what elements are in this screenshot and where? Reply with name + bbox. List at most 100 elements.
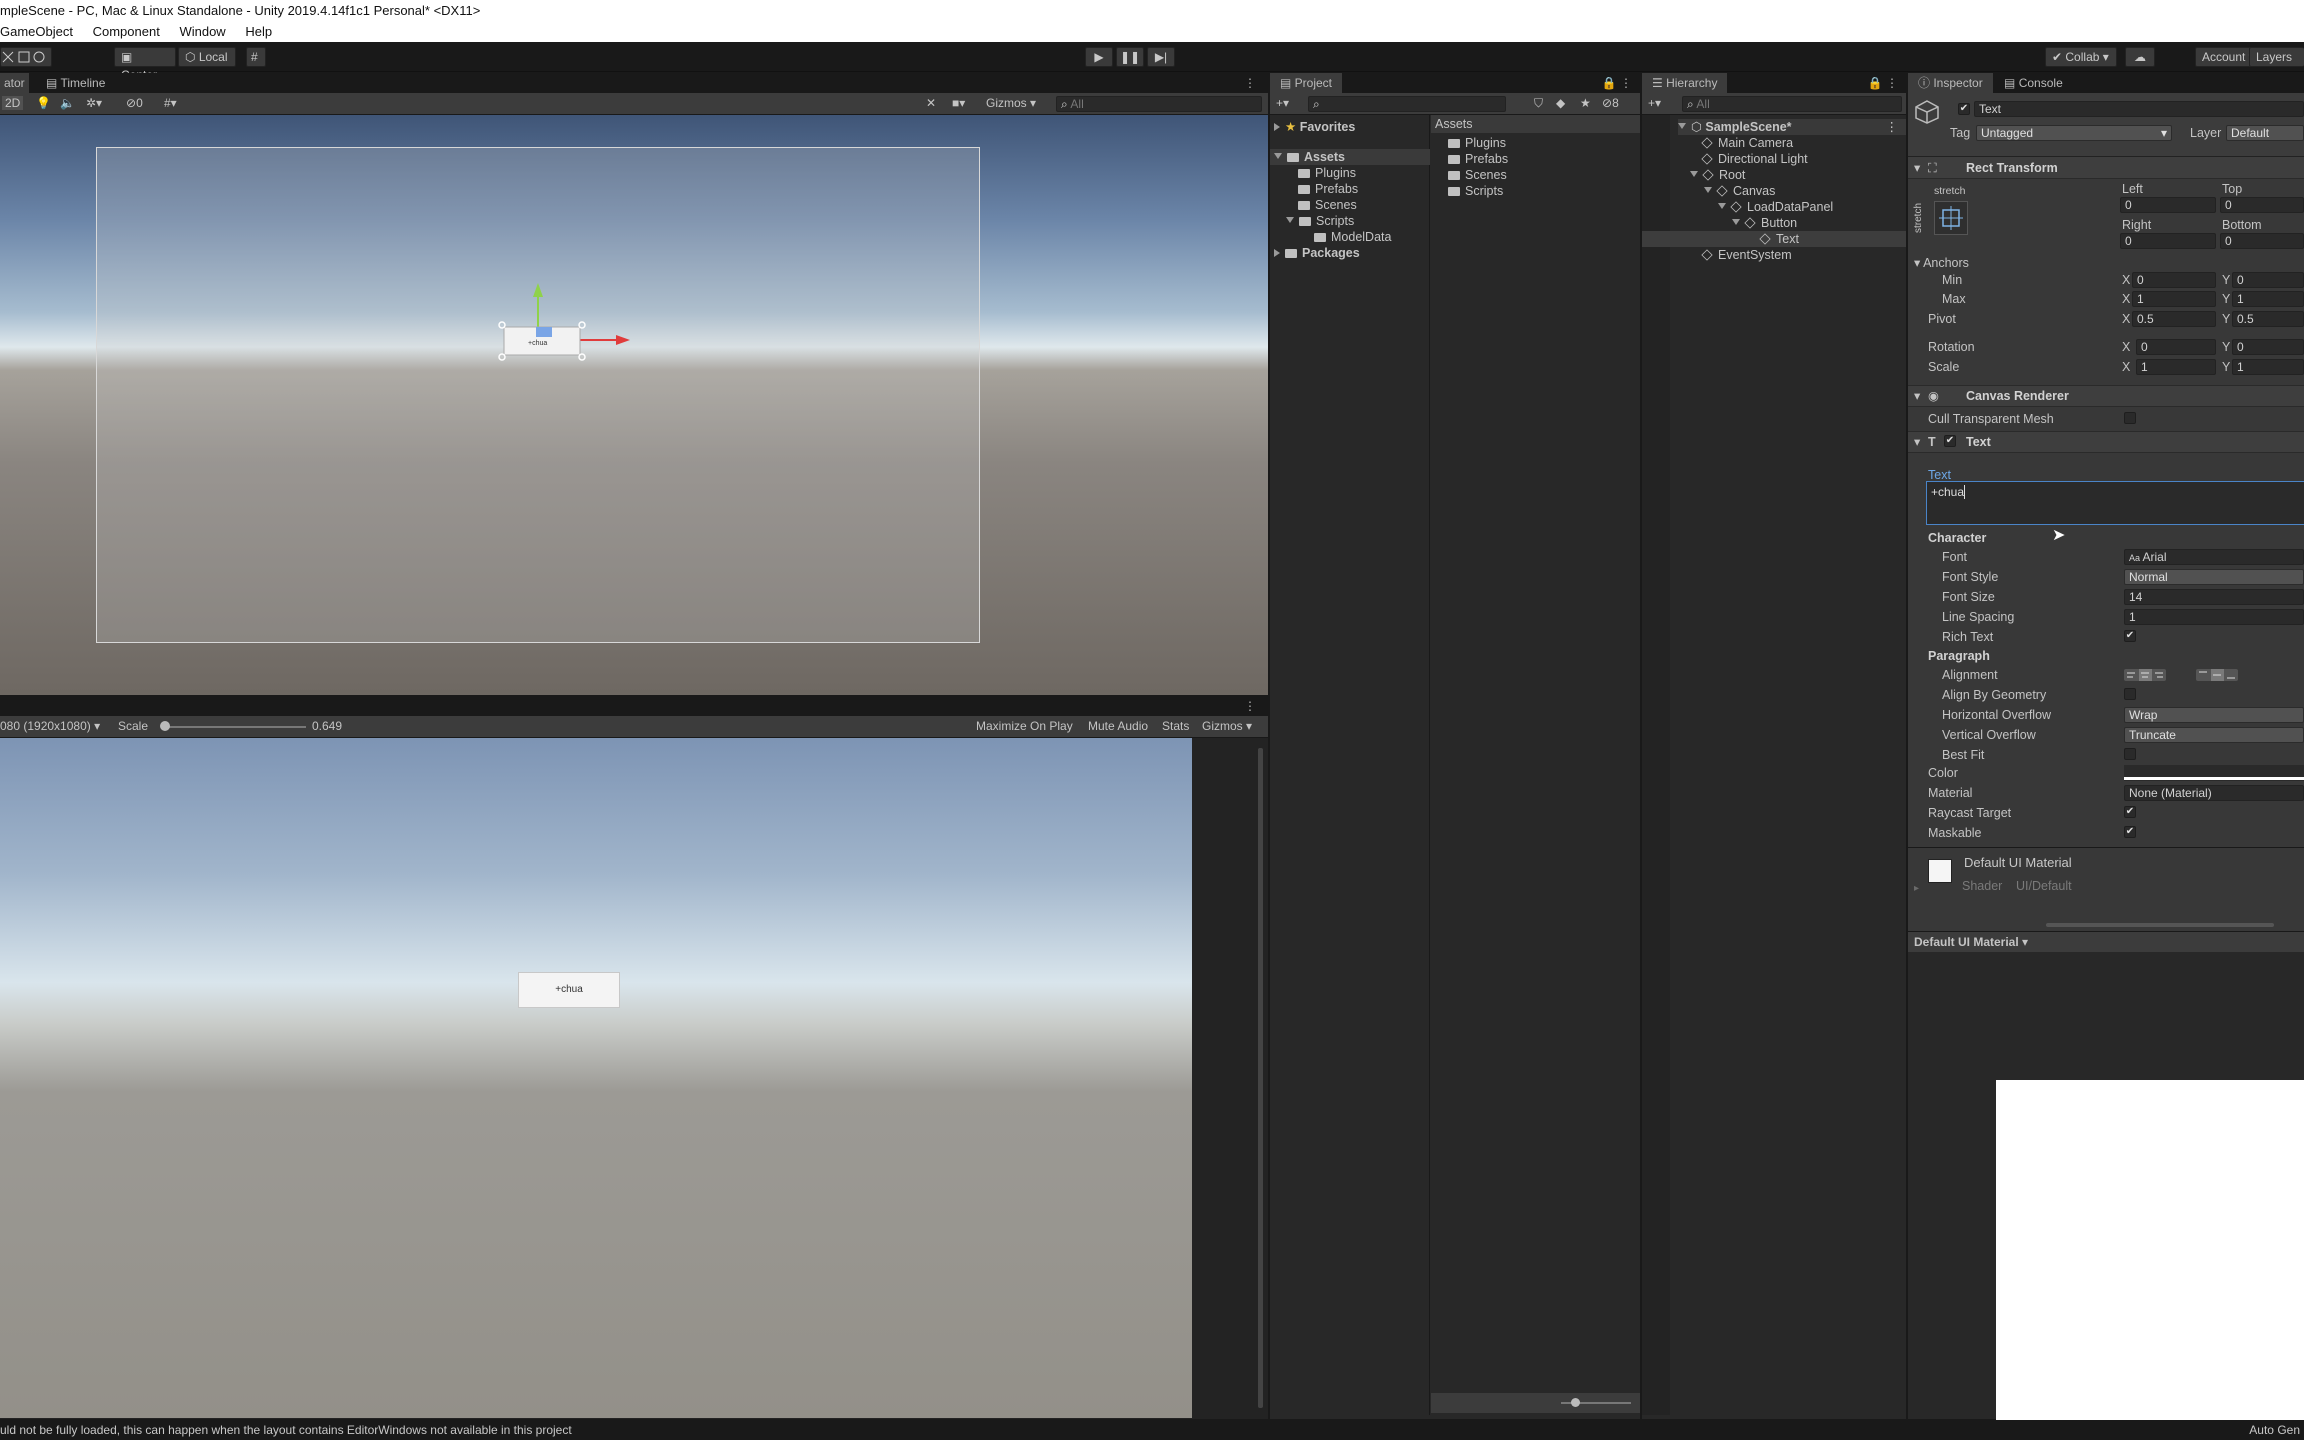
object-name-field[interactable]: Text: [1974, 101, 2304, 117]
game-viewport[interactable]: +chua: [0, 738, 1192, 1418]
inspector-horizontal-scrollbar[interactable]: [2046, 923, 2274, 927]
font-style-dropdown[interactable]: Normal: [2124, 569, 2304, 585]
hierarchy-item-root[interactable]: Root: [1690, 167, 1745, 183]
project-search-input[interactable]: ⌕: [1308, 96, 1506, 112]
hierarchy-item-light[interactable]: Directional Light: [1701, 151, 1808, 167]
gizmos-dropdown[interactable]: Gizmos ▾: [986, 96, 1036, 110]
tab-hierarchy[interactable]: ☰ Hierarchy: [1642, 73, 1728, 93]
pause-button[interactable]: ❚❚: [1116, 47, 1144, 67]
project-lock-icon[interactable]: 🔒 ⋮: [1602, 73, 1632, 93]
cloud-button[interactable]: ☁: [2125, 47, 2155, 67]
foldout-icon[interactable]: ▾: [1914, 388, 1920, 404]
hierarchy-search-input[interactable]: ⌕ All: [1682, 96, 1902, 112]
collab-dropdown[interactable]: ✔ Collab ▾: [2045, 47, 2117, 67]
layer-dropdown[interactable]: Default: [2226, 125, 2304, 141]
grid-snap-button[interactable]: #: [246, 47, 266, 67]
align-geometry-checkbox[interactable]: [2124, 688, 2136, 700]
scene-search-input[interactable]: ⌕ All: [1056, 96, 1262, 112]
font-size-field[interactable]: 14: [2124, 589, 2304, 605]
anchor-preset-button[interactable]: [1934, 201, 1968, 235]
tree-assets[interactable]: Assets: [1270, 149, 1430, 165]
vertical-overflow-dropdown[interactable]: Truncate: [2124, 727, 2304, 743]
pivot-local-button[interactable]: ⬡ Local: [178, 47, 236, 67]
game-gizmos-dropdown[interactable]: Gizmos ▾: [1202, 719, 1252, 733]
scene-viewport[interactable]: +chua: [0, 115, 1268, 695]
layers-dropdown[interactable]: Layers: [2249, 47, 2304, 67]
text-enabled-checkbox[interactable]: ✔: [1944, 435, 1956, 447]
hierarchy-item-canvas[interactable]: Canvas: [1704, 183, 1775, 199]
right-field[interactable]: 0: [2120, 233, 2216, 249]
menu-window[interactable]: Window: [179, 24, 225, 39]
left-field[interactable]: 0: [2120, 197, 2216, 213]
anchors-foldout[interactable]: ▾ Anchors: [1914, 255, 1969, 271]
scene-menu-icon[interactable]: ⋮: [1886, 119, 1899, 135]
color-field[interactable]: [2124, 765, 2304, 781]
tree-scripts[interactable]: Scripts: [1286, 213, 1354, 229]
transform-tools[interactable]: [0, 47, 52, 67]
lighting-icon[interactable]: 💡: [36, 96, 51, 110]
asset-item[interactable]: Plugins: [1448, 135, 1506, 151]
camera-icon[interactable]: ■▾: [952, 96, 965, 110]
tree-prefabs[interactable]: Prefabs: [1298, 181, 1358, 197]
scale-slider-thumb[interactable]: [160, 721, 170, 731]
hierarchy-item-camera[interactable]: Main Camera: [1701, 135, 1793, 151]
mode-2d-toggle[interactable]: 2D: [2, 96, 24, 110]
preview-title-dropdown[interactable]: Default UI Material ▾: [1914, 934, 2028, 950]
scale-x-field[interactable]: 1: [2136, 359, 2216, 375]
resolution-dropdown[interactable]: 080 (1920x1080) ▾: [0, 719, 100, 733]
text-content-input[interactable]: +chua: [1926, 481, 2304, 525]
pivot-x-field[interactable]: 0.5: [2132, 311, 2216, 327]
vertical-alignment-buttons[interactable]: [2196, 669, 2238, 681]
top-field[interactable]: 0: [2220, 197, 2304, 213]
hierarchy-lock-icon[interactable]: 🔒 ⋮: [1868, 73, 1898, 93]
maskable-checkbox[interactable]: ✔: [2124, 826, 2136, 838]
tab-animator[interactable]: ator: [0, 73, 29, 93]
asset-item[interactable]: Prefabs: [1448, 151, 1508, 167]
hidden-objects-icon[interactable]: ⊘0: [126, 96, 143, 110]
menu-help[interactable]: Help: [245, 24, 272, 39]
asset-item[interactable]: Scenes: [1448, 167, 1507, 183]
tree-scenes[interactable]: Scenes: [1298, 197, 1357, 213]
grid-visibility-icon[interactable]: #▾: [164, 96, 177, 110]
min-x-field[interactable]: 0: [2132, 272, 2216, 288]
play-button[interactable]: ▶: [1085, 47, 1113, 67]
tag-dropdown[interactable]: Untagged ▾: [1976, 125, 2172, 141]
menu-gameobject[interactable]: GameObject: [0, 24, 73, 39]
effects-icon[interactable]: ✲▾: [86, 96, 102, 110]
pivot-center-button[interactable]: ▣ Center: [114, 47, 176, 82]
foldout-icon[interactable]: ▾: [1914, 160, 1920, 176]
rich-text-checkbox[interactable]: ✔: [2124, 630, 2136, 642]
material-field[interactable]: None (Material): [2124, 785, 2304, 801]
active-checkbox[interactable]: ✔: [1958, 103, 1970, 115]
scale-slider[interactable]: [162, 726, 306, 728]
max-y-field[interactable]: 1: [2232, 291, 2304, 307]
pivot-y-field[interactable]: 0.5: [2232, 311, 2304, 327]
hierarchy-item-panel[interactable]: LoadDataPanel: [1718, 199, 1833, 215]
move-gizmo[interactable]: +chua: [480, 275, 650, 405]
tab-timeline[interactable]: ▤ Timeline: [46, 76, 105, 90]
best-fit-checkbox[interactable]: [2124, 748, 2136, 760]
tree-modeldata[interactable]: ModelData: [1314, 229, 1391, 245]
tree-plugins[interactable]: Plugins: [1298, 165, 1356, 181]
tools-icon[interactable]: ✕: [926, 96, 936, 110]
audio-icon[interactable]: 🔈: [60, 96, 75, 110]
asset-item[interactable]: Scripts: [1448, 183, 1503, 199]
scale-y-field[interactable]: 1: [2232, 359, 2304, 375]
add-asset-button[interactable]: +▾: [1276, 96, 1289, 110]
hierarchy-item-button[interactable]: Button: [1732, 215, 1797, 231]
hierarchy-scene-row[interactable]: ⬡ SampleScene* ⋮: [1678, 119, 1906, 135]
hierarchy-item-text[interactable]: Text: [1642, 231, 1906, 247]
tab-inspector[interactable]: ⓘ Inspector: [1908, 73, 1993, 93]
line-spacing-field[interactable]: 1: [2124, 609, 2304, 625]
game-panel-menu-icon[interactable]: ⋮: [1244, 696, 1256, 716]
max-x-field[interactable]: 1: [2132, 291, 2216, 307]
rotation-x-field[interactable]: 0: [2136, 339, 2216, 355]
tree-favorites[interactable]: ★ Favorites: [1274, 119, 1355, 135]
min-y-field[interactable]: 0: [2232, 272, 2304, 288]
mute-audio-toggle[interactable]: Mute Audio: [1088, 719, 1148, 733]
game-scrollbar[interactable]: [1258, 748, 1263, 1408]
tree-packages[interactable]: Packages: [1274, 245, 1360, 261]
font-field[interactable]: Aa Arial: [2124, 549, 2304, 565]
foldout-icon[interactable]: ▾: [1914, 434, 1920, 450]
maximize-on-play-toggle[interactable]: Maximize On Play: [976, 719, 1073, 733]
